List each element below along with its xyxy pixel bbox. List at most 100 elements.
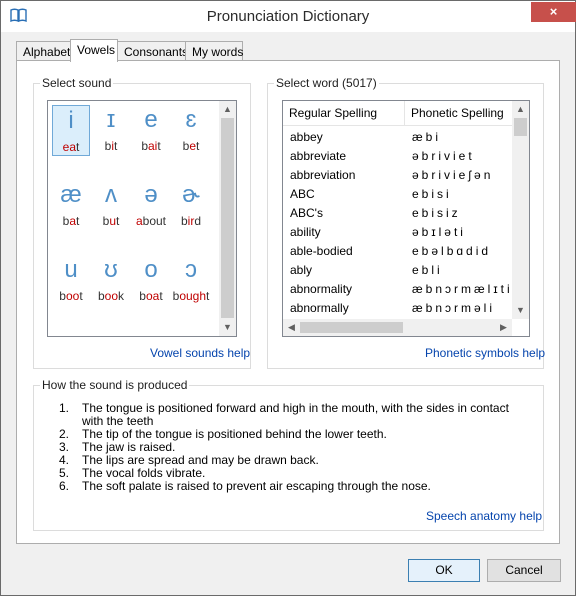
word-list: Regular Spelling Phonetic Spelling abbey…	[282, 100, 530, 337]
sound-symbol: ɚ	[182, 181, 200, 208]
close-button[interactable]: ×	[531, 2, 576, 22]
sound-word-highlight: u	[109, 214, 117, 228]
sound-word-suffix: t	[196, 139, 200, 153]
sound-word-suffix: t	[116, 214, 120, 228]
sound-word-prefix: b	[139, 289, 146, 303]
sound-symbol: ɛ	[185, 106, 197, 133]
scroll-thumb[interactable]	[514, 118, 527, 136]
speech-anatomy-help-link[interactable]: Speech anatomy help	[426, 509, 542, 523]
word-horizontal-scrollbar[interactable]: ◀ ▶	[283, 319, 512, 336]
sound-symbol: ɔ	[185, 256, 197, 283]
column-header-phonetic[interactable]: Phonetic Spelling	[405, 101, 525, 126]
sound-word-highlight: oo	[104, 289, 119, 303]
sound-word-suffix: d	[194, 214, 202, 228]
how-produced-title: How the sound is produced	[40, 378, 190, 392]
regular-spelling: abnormality	[290, 282, 353, 296]
scroll-down-icon[interactable]: ▼	[219, 319, 236, 336]
sound-cell[interactable]: e bait	[132, 105, 170, 156]
sound-word-highlight: ough	[179, 289, 207, 303]
scroll-left-icon[interactable]: ◀	[283, 319, 300, 336]
sound-vertical-scrollbar[interactable]: ▲ ▼	[219, 101, 236, 336]
tab-alphabet[interactable]: Alphabet	[16, 41, 71, 61]
title-bar: Pronunciation Dictionary ×	[1, 1, 576, 32]
word-row[interactable]: abbreviate əbriviet	[283, 147, 523, 166]
phonetic-symbols-help-link[interactable]: Phonetic symbols help	[425, 346, 545, 360]
sound-cell[interactable]: ʌ but	[92, 180, 130, 231]
phonetic-spelling: ebisiz	[412, 206, 461, 220]
sound-word-suffix: t	[76, 214, 80, 228]
scroll-right-icon[interactable]: ▶	[495, 319, 512, 336]
word-vertical-scrollbar[interactable]: ▲ ▼	[512, 101, 529, 319]
sound-word-suffix: t	[114, 139, 118, 153]
regular-spelling: ABC's	[290, 206, 323, 220]
sound-cell[interactable]: ɛ bet	[172, 105, 210, 156]
scroll-up-icon[interactable]: ▲	[219, 101, 236, 118]
tab-consonants[interactable]: Consonants	[117, 41, 188, 61]
regular-spelling: ABC	[290, 187, 315, 201]
scroll-thumb[interactable]	[221, 118, 234, 318]
sound-word-prefix: b	[180, 214, 188, 228]
regular-spelling: able-bodied	[290, 244, 353, 258]
tab-vowels[interactable]: Vowels	[70, 39, 118, 62]
word-row[interactable]: abbreviation əbrivieʃən	[283, 166, 523, 185]
sound-word-highlight: ai	[148, 139, 158, 153]
phonetic-spelling: ebisi	[412, 187, 452, 201]
word-row[interactable]: ability əbɪləti	[283, 223, 523, 242]
window-title: Pronunciation Dictionary	[206, 8, 370, 25]
ok-button[interactable]: OK	[408, 559, 480, 582]
word-row[interactable]: abbey æbi	[283, 128, 523, 147]
sound-cell[interactable]: o boat	[132, 255, 170, 306]
word-row[interactable]: able-bodied ebəlbɑdid	[283, 242, 523, 261]
sound-cell[interactable]: ə about	[132, 180, 170, 231]
regular-spelling: abbreviate	[290, 149, 347, 163]
tab-my-words[interactable]: My words	[185, 41, 243, 61]
phonetic-spelling: ebli	[412, 263, 443, 277]
phonetic-spelling: ebəlbɑdid	[412, 244, 492, 258]
scroll-thumb[interactable]	[300, 322, 403, 333]
cancel-button[interactable]: Cancel	[487, 559, 561, 582]
sound-word-suffix: k	[118, 289, 125, 303]
sound-word-prefix: b	[141, 139, 148, 153]
sound-symbol: o	[144, 256, 158, 283]
sound-word-highlight: a	[69, 214, 77, 228]
sound-word-prefix: b	[97, 289, 105, 303]
sound-symbol: ə	[144, 181, 158, 208]
word-row[interactable]: ably ebli	[283, 261, 523, 280]
sound-word-suffix: bout	[142, 214, 167, 228]
scroll-down-icon[interactable]: ▼	[512, 302, 529, 319]
sound-cell[interactable]: i eat	[52, 105, 90, 156]
regular-spelling: ably	[290, 263, 313, 277]
sound-example-word: bait	[132, 139, 170, 153]
sound-cell[interactable]: ʊ book	[92, 255, 130, 306]
sound-grid-panel: i eat ɪ bit e bait ɛ bet æ bat ʌ but ə about ɚ bird u boo…	[47, 100, 237, 337]
sound-example-word: boat	[132, 289, 170, 303]
word-row[interactable]: abnormally æbnɔrməli	[283, 299, 523, 318]
sound-symbol: e	[144, 106, 158, 133]
vowel-sounds-help-link[interactable]: Vowel sounds help	[150, 346, 250, 360]
word-row[interactable]: ABC ebisi	[283, 185, 523, 204]
word-row[interactable]: abnormality æbnɔrmælɪti	[283, 280, 523, 299]
sound-word-highlight: a	[135, 214, 143, 228]
sound-example-word: eat	[53, 140, 89, 154]
sound-cell[interactable]: ɔ bought	[172, 255, 210, 306]
column-header-regular[interactable]: Regular Spelling	[283, 101, 405, 126]
sound-word-highlight: oo	[65, 289, 80, 303]
phonetic-spelling: əbriviet	[412, 149, 475, 163]
sound-cell[interactable]: æ bat	[52, 180, 90, 231]
sound-symbol: ɪ	[106, 106, 116, 133]
sound-word-highlight: e	[189, 139, 197, 153]
sound-word-highlight: ea	[62, 140, 76, 154]
sound-cell[interactable]: ɚ bird	[172, 180, 210, 231]
sound-example-word: bet	[172, 139, 210, 153]
sound-cell[interactable]: ɪ bit	[92, 105, 130, 156]
sound-cell[interactable]: u boot	[52, 255, 90, 306]
scroll-up-icon[interactable]: ▲	[512, 101, 529, 118]
sound-word-suffix: t	[79, 289, 83, 303]
phonetic-spelling: æbnɔrmælɪti	[412, 282, 513, 296]
sound-example-word: about	[132, 214, 170, 228]
sound-symbol: ʊ	[104, 256, 118, 283]
sound-example-word: boot	[52, 289, 90, 303]
phonetic-spelling: æbi	[412, 130, 442, 144]
word-row[interactable]: ABC's ebisiz	[283, 204, 523, 223]
sound-example-word: bought	[172, 289, 210, 303]
